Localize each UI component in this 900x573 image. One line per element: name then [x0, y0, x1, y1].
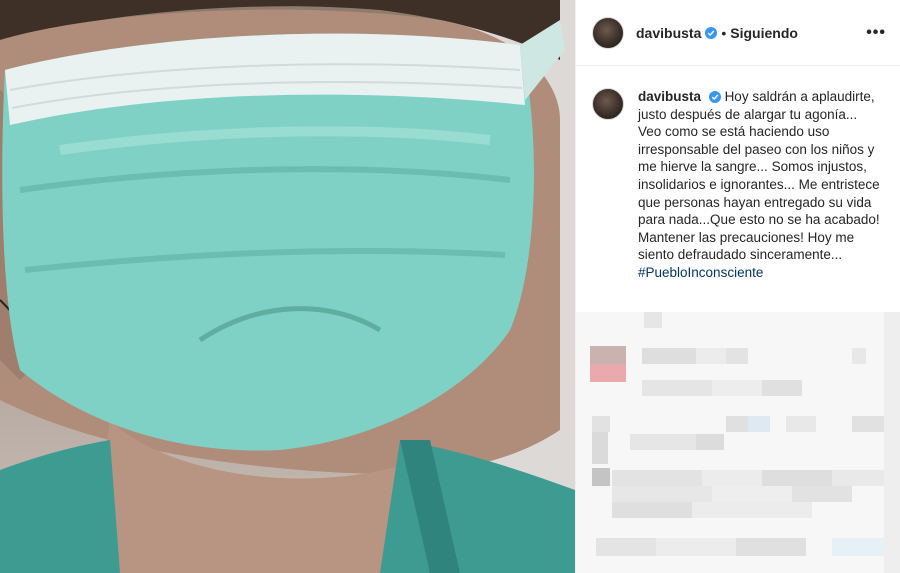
pixelated-block: [644, 312, 662, 328]
pixelated-block: [726, 348, 748, 364]
post-side-panel: davibusta • Siguiendo ••• davibusta Hoy …: [575, 0, 900, 573]
pixelated-block: [612, 502, 692, 518]
pixelated-block: [702, 470, 762, 486]
caption-avatar[interactable]: [592, 88, 624, 120]
username-link[interactable]: davibusta: [636, 25, 701, 41]
pixelated-block: [592, 416, 610, 432]
pixelated-block: [832, 470, 884, 486]
pixelated-block: [792, 486, 852, 502]
post-header: davibusta • Siguiendo •••: [576, 0, 900, 66]
pixelated-block: [852, 416, 884, 432]
pixelated-block: [612, 486, 712, 502]
pixelated-block: [712, 486, 792, 502]
pixelated-block: [736, 538, 806, 556]
caption-text-block: davibusta Hoy saldrán a aplaudirte, just…: [638, 88, 884, 282]
pixelated-block: [592, 468, 610, 486]
pixelated-block: [786, 416, 816, 432]
pixelated-block: [692, 502, 812, 518]
pixelated-block: [696, 434, 724, 450]
more-options-icon[interactable]: •••: [866, 24, 886, 42]
masked-person-illustration: [0, 0, 575, 573]
pixelated-block: [832, 538, 884, 556]
post-photo[interactable]: [0, 0, 575, 573]
pixelated-block: [726, 416, 748, 432]
instagram-post-modal: davibusta • Siguiendo ••• davibusta Hoy …: [0, 0, 900, 573]
pixelated-block: [696, 348, 726, 364]
pixelated-block: [656, 538, 736, 556]
pixelated-block: [642, 348, 696, 364]
caption-verified-badge-icon: [708, 91, 721, 103]
pixelated-block: [590, 346, 626, 364]
caption-username-link[interactable]: davibusta: [638, 89, 701, 104]
separator-dot: •: [721, 24, 727, 41]
hashtag-link[interactable]: #PuebloInconsciente: [638, 264, 884, 282]
pixelated-block: [630, 434, 696, 450]
avatar[interactable]: [592, 16, 624, 49]
pixelated-block: [762, 470, 832, 486]
pixelated-comments-area: [576, 312, 900, 573]
pixelated-block: [884, 312, 900, 573]
pixelated-block: [748, 416, 770, 432]
pixelated-block: [590, 364, 626, 382]
verified-badge-icon: [705, 26, 718, 39]
pixelated-block: [612, 470, 702, 486]
pixelated-block: [852, 348, 866, 364]
pixelated-block: [596, 538, 656, 556]
caption-text: Hoy saldrán a aplaudirte, justo después …: [638, 89, 880, 263]
following-button[interactable]: Siguiendo: [730, 25, 798, 41]
post-caption: davibusta Hoy saldrán a aplaudirte, just…: [576, 66, 900, 282]
pixelated-block: [762, 380, 802, 396]
pixelated-block: [592, 432, 608, 464]
pixelated-block: [642, 380, 712, 396]
pixelated-block: [712, 380, 762, 396]
